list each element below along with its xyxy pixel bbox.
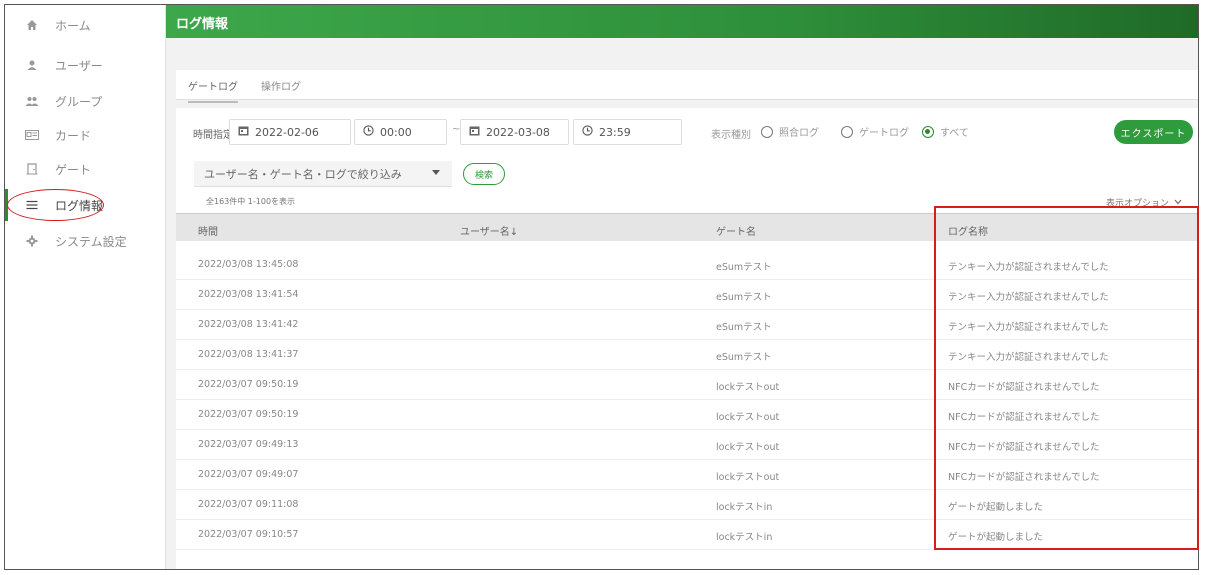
radio-label: ゲートログ [859,128,909,139]
cell-time: 2022/03/07 09:11:08 [198,499,299,510]
cell-gate: eSumテスト [716,322,772,333]
header-bar: ログ情報 [166,5,1198,38]
cell-gate: lockテストout [716,472,780,483]
cell-time: 2022/03/07 09:49:13 [198,439,299,450]
highlight-box [934,206,1199,550]
sidebar-item-settings[interactable]: システム設定 [5,223,166,259]
cell-time: 2022/03/08 13:45:08 [198,259,299,270]
home-icon [25,18,39,32]
cell-gate: lockテストout [716,442,780,453]
end-time-field[interactable]: 23:59 [573,119,682,145]
clock-icon [363,125,374,139]
sidebar-item-label: ユーザー [55,58,103,73]
cell-time: 2022/03/08 13:41:37 [198,349,299,360]
radio-button[interactable] [761,125,773,138]
sidebar-item-label: グループ [55,94,103,109]
start-date-value: 2022-02-06 [255,125,319,139]
display-type-label: 表示種別 [711,130,751,141]
end-date-value: 2022-03-08 [486,125,550,139]
start-time-value: 00:00 [380,125,412,139]
radio-label: 照合ログ [779,128,819,139]
cell-time: 2022/03/07 09:10:57 [198,529,299,540]
col-gate[interactable]: ゲート名 [716,223,756,238]
highlight-ellipse [7,189,104,221]
tab-operation-log[interactable]: 操作ログ [261,78,301,93]
cell-gate: eSumテスト [716,262,772,273]
export-button[interactable]: エクスポート [1114,120,1193,144]
cell-time: 2022/03/07 09:49:07 [198,469,299,480]
radio-button-checked[interactable] [922,125,934,138]
cell-gate: lockテストout [716,382,780,393]
filter-select-value: ユーザー名・ゲート名・ログで絞り込み [204,167,402,181]
sidebar-item-label: ゲート [55,162,92,177]
gate-icon [25,162,39,176]
end-date-field[interactable]: 2022-03-08 [460,119,569,145]
cell-time: 2022/03/08 13:41:54 [198,289,299,300]
start-date-field[interactable]: 2022-02-06 [229,119,351,145]
search-button[interactable]: 検索 [463,163,505,185]
tab-bar: ゲートログ 操作ログ [176,70,1198,103]
col-time[interactable]: 時間 [198,223,218,238]
sidebar-item-users[interactable]: ユーザー [5,47,166,83]
clock-icon [582,125,593,139]
sidebar-item-label: ホーム [55,18,91,33]
end-time-value: 23:59 [599,125,631,139]
cell-gate: lockテストin [716,532,773,543]
filter-select[interactable]: ユーザー名・ゲート名・ログで絞り込み [194,161,452,187]
sidebar-item-groups[interactable]: グループ [5,83,166,119]
sidebar-item-gates[interactable]: ゲート [5,151,166,187]
radio-verify-log[interactable]: 照合ログ [761,124,819,139]
cell-gate: lockテストin [716,502,773,513]
caret-down-icon [432,170,440,175]
cell-time: 2022/03/07 09:50:19 [198,409,299,420]
calendar-icon [469,125,480,139]
sidebar-item-home[interactable]: ホーム [5,7,166,43]
card-icon [25,128,39,142]
cell-gate: lockテストout [716,412,780,423]
tab-gate-log[interactable]: ゲートログ [188,78,238,103]
sidebar-item-label: カード [55,128,92,143]
radio-gate-log[interactable]: ゲートログ [841,124,909,139]
result-count: 全163件中 1-100を表示 [206,197,296,206]
sidebar-item-cards[interactable]: カード [5,117,166,153]
start-time-field[interactable]: 00:00 [354,119,447,145]
col-user[interactable]: ユーザー名↓ [460,223,518,238]
radio-button[interactable] [841,125,853,138]
cell-gate: eSumテスト [716,352,772,363]
calendar-icon [238,125,249,139]
group-icon [25,94,39,108]
cell-time: 2022/03/08 13:41:42 [198,319,299,330]
radio-label: すべて [940,128,969,139]
sidebar-item-label: システム設定 [55,234,127,249]
gear-icon [25,234,39,248]
user-icon [25,58,39,72]
page-title: ログ情報 [176,17,229,32]
cell-time: 2022/03/07 09:50:19 [198,379,299,390]
sidebar: ホーム ユーザー グループ カード ゲート ログ情報 システム設定 [5,5,166,569]
radio-all[interactable]: すべて [922,124,969,139]
cell-gate: eSumテスト [716,292,772,303]
